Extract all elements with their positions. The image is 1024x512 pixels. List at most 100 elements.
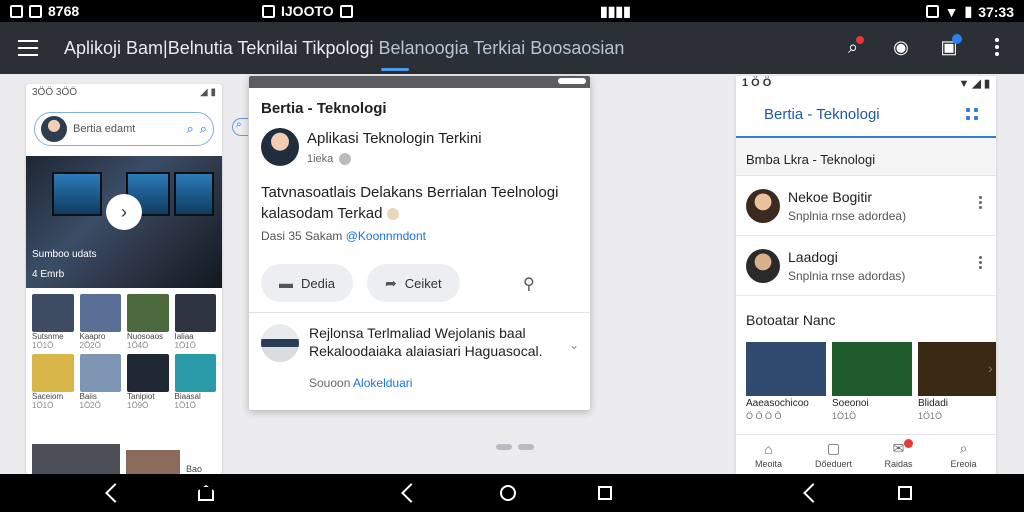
video-thumbnail[interactable] xyxy=(32,444,120,474)
video-thumbnail[interactable] xyxy=(832,342,912,396)
reply-item[interactable]: Rejlonsa Terlmaliad Wejolanis baal Rekal… xyxy=(261,324,581,362)
thumbnail-subcaption: 1Ö1Ö xyxy=(918,411,943,421)
reply-meta: Souoon Alokelduari xyxy=(309,376,412,390)
tab-home[interactable]: ⌂ Meoita xyxy=(736,435,801,474)
video-thumbnail[interactable] xyxy=(746,342,826,396)
list-item-title: Nekoe Bogitir xyxy=(788,188,873,205)
reply-thumbnail xyxy=(261,324,299,362)
video-thumbnail[interactable] xyxy=(127,294,169,332)
video-thumbnail[interactable] xyxy=(79,294,121,332)
home-icon[interactable] xyxy=(198,485,214,501)
hamburger-menu-icon[interactable] xyxy=(18,40,38,56)
share-button[interactable]: ➦ Ceiket xyxy=(366,264,460,302)
back-icon[interactable] xyxy=(105,483,125,503)
video-tile[interactable]: Tanipiot 1Ö9Ö xyxy=(127,354,169,410)
reply-meta-prefix: Souoon xyxy=(309,376,351,390)
video-title: Nuosoaos xyxy=(127,332,164,341)
video-thumbnail[interactable] xyxy=(32,294,74,332)
thumbnail-row xyxy=(736,342,996,396)
play-icon[interactable]: › xyxy=(106,194,142,230)
page-indicator[interactable] xyxy=(496,444,534,450)
video-grid: Sutsnme 1Ö1Ö Kaapro 2Ö2Ö Nuosoaos 1Ö4Ö Ialiaa 1… xyxy=(26,288,222,410)
video-tile[interactable]: Ialiaa 1Ö1Ö xyxy=(174,294,216,350)
card-topbar-pill xyxy=(558,78,586,84)
video-tile[interactable]: Nuosoaos 1Ö4Ö xyxy=(127,294,169,350)
avatar[interactable] xyxy=(261,128,299,166)
inbox-button[interactable]: ▣ xyxy=(936,34,962,60)
signal-icon: ▮▮▮▮ xyxy=(600,3,631,19)
card-divider xyxy=(249,312,590,313)
emoji-icon xyxy=(386,208,399,221)
grid-icon[interactable] xyxy=(966,108,978,120)
home-circle-icon[interactable] xyxy=(500,485,516,501)
video-tile[interactable]: Sutsnme 1Ö1Ö xyxy=(32,294,74,350)
search-icon[interactable]: ⌕ xyxy=(186,121,193,137)
video-meta: 1Ö1Ö xyxy=(174,341,196,350)
battery-icon: ▮ xyxy=(964,3,973,19)
video-title: Biaasal xyxy=(174,392,201,401)
status-signal: ▮▮▮▮ xyxy=(600,3,631,20)
system-nav-bar xyxy=(0,474,1024,512)
post-body: Tatvnasoatlais Delakans Berrialan Teelno… xyxy=(261,184,559,222)
edge-chip[interactable]: ⌕ xyxy=(232,118,248,136)
tab-documents[interactable]: ▢ Dőeduert xyxy=(801,435,866,474)
thumbnail-subcaption: 1Ö1Ö xyxy=(832,411,857,421)
more-options-icon[interactable] xyxy=(979,256,982,269)
avatar[interactable] xyxy=(746,188,780,223)
reply-meta-link[interactable]: Alokelduari xyxy=(353,376,412,390)
tab-search[interactable]: ⌕ Ereoia xyxy=(931,435,996,474)
back-icon[interactable] xyxy=(401,483,421,503)
page-dot[interactable] xyxy=(496,444,512,450)
list-item[interactable]: Laadogi Snplnia rnse adordas) xyxy=(736,236,996,296)
left-search-bar[interactable]: Bertia edamt ⌕ ⌕ xyxy=(34,112,214,146)
video-title: Kaapro xyxy=(79,332,106,341)
search-icon-secondary[interactable]: ⌕ xyxy=(200,121,207,137)
tab-messages[interactable]: ✉ Raidas xyxy=(866,435,931,474)
left-search-input[interactable]: Bertia edamt xyxy=(73,123,180,135)
back-icon[interactable] xyxy=(803,483,823,503)
video-tile[interactable]: Biaasal 1Ö1Ö xyxy=(174,354,216,410)
right-phone-signal-icon: ▼ ◢ ▮ xyxy=(958,78,990,90)
list-item[interactable]: Nekoe Bogitir Snplnia rnse adordea) xyxy=(736,176,996,236)
notification-icon xyxy=(29,4,42,18)
chevron-right-icon[interactable]: › xyxy=(988,360,993,376)
video-meta: 1Ö2Ö xyxy=(79,401,101,410)
avatar[interactable] xyxy=(746,248,780,283)
list-item-title: Laadogi xyxy=(788,248,838,265)
post-link-line: Dasi 35 Sakam @Koonnmdont xyxy=(261,229,426,243)
status-time: 37:33 xyxy=(978,3,1014,20)
video-thumbnail[interactable] xyxy=(79,354,121,392)
video-thumbnail[interactable] xyxy=(32,354,74,392)
page-dot[interactable] xyxy=(518,444,534,450)
comment-button[interactable]: ▬ Dedia xyxy=(261,264,353,302)
image-notification-icon xyxy=(339,4,353,18)
hero-video[interactable]: › Sumboo udats 4 Emrb xyxy=(26,156,222,288)
video-tile[interactable]: Baiis 1Ö2Ö xyxy=(79,354,121,410)
thumbnail-captions: AaeasochicooSoeonoiBlidadiBkta xyxy=(736,396,996,411)
search-user-icon[interactable]: ⚲ xyxy=(523,274,535,294)
translate-button[interactable]: ◉ xyxy=(888,34,914,60)
more-options-icon[interactable] xyxy=(984,34,1010,60)
video-thumbnail[interactable] xyxy=(174,294,216,332)
video-tile[interactable]: Kaapro 2Ö2Ö xyxy=(79,294,121,350)
recents-icon[interactable] xyxy=(898,486,912,500)
search-button[interactable]: ⌕ xyxy=(840,34,866,60)
video-thumbnail[interactable] xyxy=(127,354,169,392)
status-left: 8768 xyxy=(10,3,79,19)
left-bottom-row: Bao xyxy=(32,444,202,474)
more-options-icon[interactable] xyxy=(979,196,982,209)
tab-label: Meoita xyxy=(754,458,782,469)
right-phone-status: 1 Ö Ö ▼ ◢ ▮ xyxy=(736,76,996,92)
video-thumbnail[interactable] xyxy=(174,354,216,392)
card-topbar xyxy=(249,76,590,88)
card-author[interactable]: Aplikasi Teknologin Terkini 1ieka xyxy=(261,128,482,166)
video-tile[interactable]: Saceiom 1Ö1Ö xyxy=(32,354,74,410)
title-underline xyxy=(381,68,409,71)
chevron-down-icon[interactable]: ⌄ xyxy=(569,338,579,352)
video-thumbnail[interactable] xyxy=(126,450,180,474)
video-thumbnail[interactable] xyxy=(918,342,996,396)
video-title: Sutsnme xyxy=(32,332,64,341)
post-link-handle[interactable]: @Koonnmdont xyxy=(346,229,426,243)
avatar[interactable] xyxy=(41,116,67,142)
recents-icon[interactable] xyxy=(598,486,612,500)
